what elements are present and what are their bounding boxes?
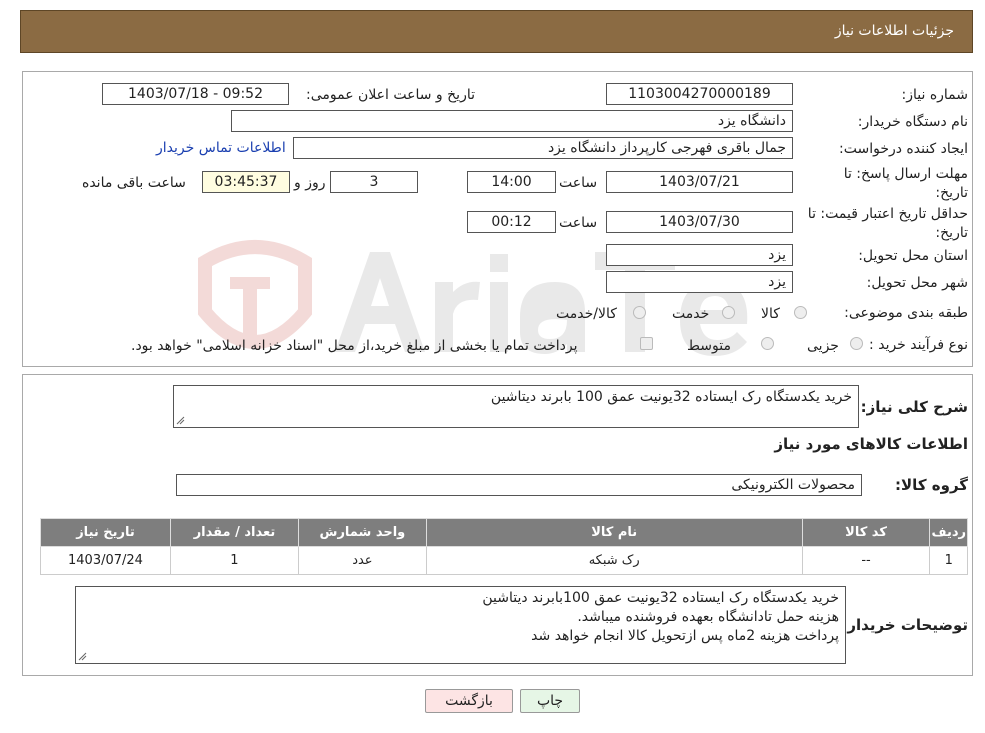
category-service-label: خدمت <box>672 306 710 322</box>
remaining-word: ساعت باقی مانده <box>82 175 186 191</box>
buyer-notes-line: پرداخت هزینه 2ماه پس ازتحویل کالا انجام … <box>531 628 839 644</box>
goods-table-header: ردیف کد کالا نام کالا واحد شمارش تعداد /… <box>40 518 968 547</box>
province-label: استان محل تحویل: <box>858 248 968 264</box>
price-validity-time-word: ساعت <box>559 215 598 231</box>
deadline-time-field[interactable]: 14:00 <box>467 171 556 193</box>
buyer-notes-line: خرید یکدستگاه رک ایستاده 32یونیت عمق 100… <box>482 590 839 606</box>
cell-date: 1403/07/24 <box>40 546 171 575</box>
announce-datetime-field[interactable]: 1403/07/18 - 09:52 <box>102 83 289 105</box>
price-validity-date-field[interactable]: 1403/07/30 <box>606 211 793 233</box>
page-title: جزئیات اطلاعات نیاز <box>834 23 954 39</box>
goods-table: ردیف کد کالا نام کالا واحد شمارش تعداد /… <box>40 518 968 575</box>
price-validity-time-field[interactable]: 00:12 <box>467 211 556 233</box>
announce-datetime-label: تاریخ و ساعت اعلان عمومی: <box>306 87 475 103</box>
col-unit: واحد شمارش <box>297 518 427 547</box>
buyer-notes-label: توضیحات خریدار: <box>841 616 968 634</box>
goods-group-label: گروه کالا: <box>895 476 968 494</box>
col-qty: تعداد / مقدار <box>169 518 299 547</box>
print-button[interactable]: چاپ <box>520 689 580 713</box>
purchase-minor-label: جزیی <box>807 338 839 354</box>
need-number-label: شماره نیاز: <box>901 87 969 103</box>
buyer-notes-line: هزینه حمل تادانشگاه بعهده فروشنده میباشد… <box>577 609 839 625</box>
buyer-contact-link[interactable]: اطلاعات تماس خریدار <box>156 140 286 156</box>
cell-row: 1 <box>929 546 968 575</box>
back-button[interactable]: بازگشت <box>425 689 513 713</box>
resize-handle-icon[interactable] <box>78 652 87 661</box>
col-date: تاریخ نیاز <box>40 518 171 547</box>
cell-code: -- <box>801 546 931 575</box>
category-goods-radio[interactable] <box>794 306 807 319</box>
purchase-medium-label: متوسط <box>687 338 731 354</box>
city-label: شهر محل تحویل: <box>866 275 968 291</box>
price-validity-label: حداقل تاریخ اعتبار قیمت: تا تاریخ: <box>807 206 968 241</box>
creator-field[interactable]: جمال باقری فهرجی کارپرداز دانشگاه یزد <box>293 137 793 159</box>
days-word: روز و <box>294 175 326 191</box>
col-name: نام کالا <box>425 518 803 547</box>
deadline-time-word: ساعت <box>559 175 598 191</box>
category-goods-label: کالا <box>761 306 780 322</box>
summary-label: شرح کلی نیاز: <box>860 398 968 416</box>
cell-name: رک شبکه <box>425 546 803 575</box>
deadline-date-field[interactable]: 1403/07/21 <box>606 171 793 193</box>
purchase-type-label: نوع فرآیند خرید : <box>869 337 968 353</box>
category-label: طبقه بندی موضوعی: <box>844 305 968 321</box>
province-field[interactable]: یزد <box>606 244 793 266</box>
summary-textarea[interactable]: خرید یکدستگاه رک ایستاده 32یونیت عمق 100… <box>173 385 859 428</box>
treasury-checkbox[interactable] <box>640 337 653 350</box>
cell-qty: 1 <box>169 546 299 575</box>
table-row[interactable]: 1 -- رک شبکه عدد 1 1403/07/24 <box>40 546 968 575</box>
page-header: جزئیات اطلاعات نیاز <box>20 10 973 53</box>
buyer-org-label: نام دستگاه خریدار: <box>857 114 968 130</box>
deadline-label: مهلت ارسال پاسخ: تا تاریخ: <box>843 166 968 201</box>
resize-handle-icon[interactable] <box>176 416 185 425</box>
category-service-radio[interactable] <box>722 306 735 319</box>
category-goods-service-radio[interactable] <box>633 306 646 319</box>
category-goods-service-label: کالا/خدمت <box>556 306 617 322</box>
treasury-note: پرداخت تمام یا بخشی از مبلغ خرید،از محل … <box>131 338 578 354</box>
remaining-time-field: 03:45:37 <box>202 171 290 193</box>
creator-label: ایجاد کننده درخواست: <box>839 141 968 157</box>
goods-info-title: اطلاعات کالاهای مورد نیاز <box>774 435 968 453</box>
need-number-field[interactable]: 1103004270000189 <box>606 83 793 105</box>
cell-unit: عدد <box>297 546 427 575</box>
buyer-org-field[interactable]: دانشگاه یزد <box>231 110 793 132</box>
days-field[interactable]: 3 <box>330 171 418 193</box>
purchase-minor-radio[interactable] <box>850 337 863 350</box>
buyer-notes-textarea[interactable]: خرید یکدستگاه رک ایستاده 32یونیت عمق 100… <box>75 586 846 664</box>
goods-group-field[interactable]: محصولات الکترونیکی <box>176 474 862 496</box>
city-field[interactable]: یزد <box>606 271 793 293</box>
summary-text: خرید یکدستگاه رک ایستاده 32یونیت عمق 100… <box>490 389 852 405</box>
purchase-medium-radio[interactable] <box>761 337 774 350</box>
col-row: ردیف <box>929 518 968 547</box>
col-code: کد کالا <box>801 518 931 547</box>
